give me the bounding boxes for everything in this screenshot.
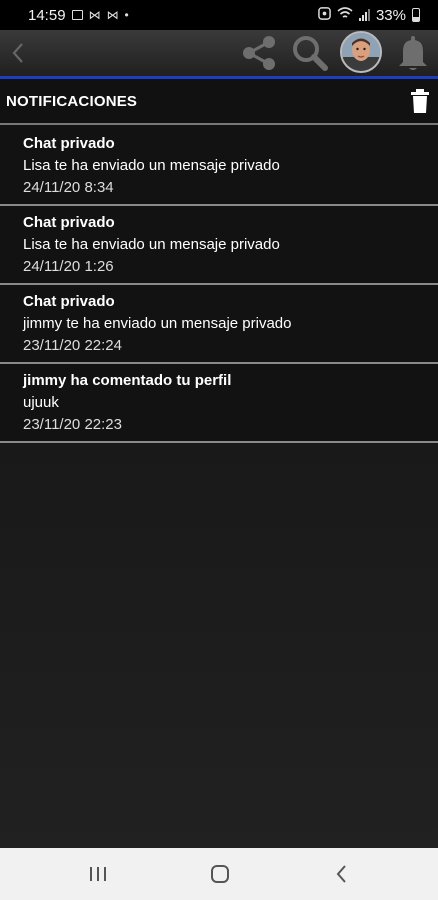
notification-date: 24/11/20 8:34 — [23, 179, 114, 196]
top-toolbar — [0, 30, 438, 76]
notifications-header: NOTIFICACIONES — [0, 79, 438, 125]
share-icon — [243, 36, 275, 70]
alarm-icon — [318, 6, 331, 24]
notification-item[interactable]: jimmy ha comentado tu perfil ujuuk 23/11… — [0, 364, 438, 443]
notification-date: 24/11/20 1:26 — [23, 258, 114, 275]
search-button[interactable] — [290, 33, 330, 73]
system-navigation-bar — [0, 848, 438, 900]
notification-title: Chat privado — [23, 293, 115, 310]
recents-icon — [90, 867, 106, 881]
system-back-button[interactable] — [312, 848, 372, 900]
notification-item[interactable]: Chat privado Lisa te ha enviado un mensa… — [0, 127, 438, 206]
notification-body: ujuuk — [23, 394, 59, 411]
share-button[interactable] — [239, 33, 279, 73]
gallery-notification-icon — [71, 10, 83, 20]
home-button[interactable] — [190, 848, 250, 900]
signal-icon — [358, 9, 370, 21]
user-avatar[interactable] — [340, 31, 382, 73]
notification-item[interactable]: Chat privado jimmy te ha enviado un mens… — [0, 285, 438, 364]
notification-date: 23/11/20 22:24 — [23, 337, 122, 354]
trash-icon — [411, 89, 429, 113]
mail-notification-icon: ⋈ — [88, 8, 101, 22]
notification-title: Chat privado — [23, 135, 115, 152]
status-bar: 14:59 ⋈ ⋈ • 33% — [0, 0, 438, 30]
notification-item[interactable]: Chat privado Lisa te ha enviado un mensa… — [0, 206, 438, 285]
mail-notification-icon-2: ⋈ — [106, 8, 119, 22]
notification-body: Lisa te ha enviado un mensaje privado — [23, 157, 280, 174]
avatar-image — [342, 33, 380, 71]
notification-body: Lisa te ha enviado un mensaje privado — [23, 236, 280, 253]
battery-icon — [412, 8, 420, 22]
back-icon — [336, 865, 346, 883]
notification-title: Chat privado — [23, 214, 115, 231]
notification-body: jimmy te ha enviado un mensaje privado — [23, 315, 292, 332]
notification-title: jimmy ha comentado tu perfil — [23, 372, 232, 389]
notification-list: Chat privado Lisa te ha enviado un mensa… — [0, 127, 438, 443]
home-icon — [211, 865, 229, 883]
status-left: 14:59 ⋈ ⋈ • — [28, 7, 129, 24]
status-right: 33% — [318, 7, 420, 24]
status-time: 14:59 — [28, 6, 66, 24]
battery-percent: 33% — [375, 6, 406, 24]
chevron-left-icon — [12, 43, 23, 63]
app-screen: 14:59 ⋈ ⋈ • 33% NOTIFICACIONES Chat priv… — [0, 0, 438, 900]
back-button[interactable] — [4, 34, 32, 72]
search-icon — [293, 36, 328, 71]
more-notifications-dot: • — [124, 8, 129, 22]
notification-date: 23/11/20 22:23 — [23, 416, 122, 433]
delete-all-button[interactable] — [410, 89, 430, 113]
recents-button[interactable] — [68, 848, 128, 900]
notifications-button[interactable] — [393, 33, 433, 73]
page-title: NOTIFICACIONES — [6, 93, 138, 110]
wifi-icon — [337, 6, 353, 24]
bell-icon — [399, 36, 427, 70]
